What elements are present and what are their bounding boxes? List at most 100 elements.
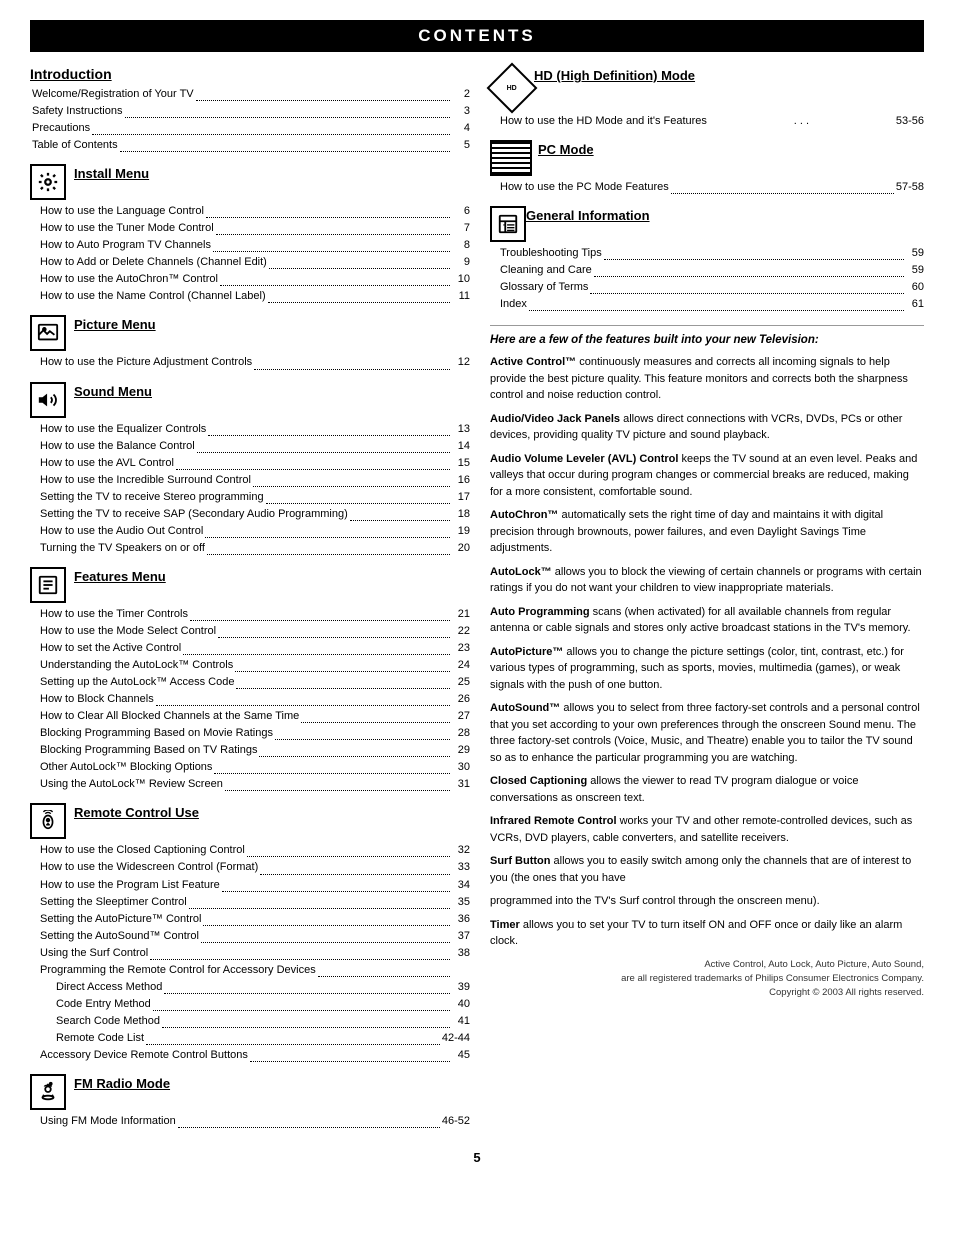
pc-mode-header: PC Mode [490, 140, 924, 176]
general-info-heading: General Information [526, 208, 650, 223]
toc-entry: Welcome/Registration of Your TV 2 [30, 86, 470, 103]
toc-entry: How to use the Incredible Surround Contr… [38, 472, 470, 489]
general-info-header: General Information [490, 206, 924, 242]
hd-mode-header: HD HD (High Definition) Mode [490, 66, 924, 110]
feature-auto-programming: Auto Programming scans (when activated) … [490, 604, 924, 637]
left-column: Introduction Welcome/Registration of You… [30, 66, 470, 1140]
toc-entry: Remote Code List42-44 [54, 1030, 470, 1047]
page-number: 5 [30, 1150, 924, 1165]
toc-entry: Other AutoLock™ Blocking Options30 [38, 759, 470, 776]
toc-entry: Cleaning and Care59 [498, 262, 924, 279]
sound-menu-header: Sound Menu [30, 382, 470, 418]
toc-entry: Setting up the AutoLock™ Access Code25 [38, 674, 470, 691]
feature-active-control: Active Control™ continuously measures an… [490, 354, 924, 404]
remote-control-header: Remote Control Use [30, 803, 470, 839]
sound-menu-section: Sound Menu How to use the Equalizer Cont… [30, 382, 470, 557]
toc-entry: Setting the AutoSound™ Control37 [38, 928, 470, 945]
feature-autopicture: AutoPicture™ allows you to change the pi… [490, 644, 924, 694]
hd-mode-entries: How to use the HD Mode and it's Features… [490, 113, 924, 130]
introduction-heading: Introduction [30, 66, 470, 82]
fm-radio-icon [30, 1074, 66, 1110]
toc-entry: How to use the Audio Out Control19 [38, 523, 470, 540]
general-info-icon [490, 206, 526, 242]
main-content: Introduction Welcome/Registration of You… [30, 66, 924, 1140]
install-menu-section: Install Menu How to use the Language Con… [30, 164, 470, 305]
toc-entry: Programming the Remote Control for Acces… [38, 962, 470, 979]
general-info-section: General Information Troubleshooting Tips… [490, 206, 924, 313]
feature-surf-cont: programmed into the TV's Surf control th… [490, 893, 924, 910]
sound-menu-heading: Sound Menu [74, 384, 152, 399]
toc-entry: How to use the Widescreen Control (Forma… [38, 859, 470, 876]
toc-entry: Turning the TV Speakers on or off20 [38, 540, 470, 557]
picture-menu-section: Picture Menu How to use the Picture Adju… [30, 315, 470, 371]
introduction-entries: Welcome/Registration of Your TV 2 Safety… [30, 86, 470, 154]
toc-entry: How to use the Tuner Mode Control7 [38, 220, 470, 237]
toc-entry: How to use the Program List Feature34 [38, 877, 470, 894]
toc-entry: Blocking Programming Based on Movie Rati… [38, 725, 470, 742]
picture-menu-heading: Picture Menu [74, 317, 156, 332]
features-description: Here are a few of the features built int… [490, 325, 924, 1000]
remote-control-heading: Remote Control Use [74, 805, 199, 820]
toc-entry: How to use the HD Mode and it's Features… [498, 113, 924, 130]
toc-entry: Index61 [498, 296, 924, 313]
features-menu-entries: How to use the Timer Controls21 How to u… [30, 606, 470, 794]
toc-entry: Setting the TV to receive Stereo program… [38, 489, 470, 506]
footnote: Active Control, Auto Lock, Auto Picture,… [490, 958, 924, 1001]
hd-diamond-icon: HD [487, 63, 538, 114]
features-icon [30, 567, 66, 603]
feature-autosound: AutoSound™ allows you to select from thr… [490, 700, 924, 766]
feature-autolock: AutoLock™ allows you to block the viewin… [490, 564, 924, 597]
toc-entry: How to set the Active Control23 [38, 640, 470, 657]
remote-icon [30, 803, 66, 839]
features-menu-section: Features Menu How to use the Timer Contr… [30, 567, 470, 794]
header-bar: Contents [30, 20, 924, 52]
toc-entry: Troubleshooting Tips59 [498, 245, 924, 262]
toc-entry: How to use the Name Control (Channel Lab… [38, 288, 470, 305]
toc-entry: Code Entry Method40 [54, 996, 470, 1013]
toc-entry: How to Block Channels26 [38, 691, 470, 708]
feature-infrared: Infrared Remote Control works your TV an… [490, 813, 924, 846]
toc-entry: How to use the Timer Controls21 [38, 606, 470, 623]
install-menu-header: Install Menu [30, 164, 470, 200]
remote-control-section: Remote Control Use How to use the Closed… [30, 803, 470, 1064]
toc-entry: Using the AutoLock™ Review Screen31 [38, 776, 470, 793]
toc-entry: Using FM Mode Information46-52 [38, 1113, 470, 1130]
introduction-section: Introduction Welcome/Registration of You… [30, 66, 470, 154]
feature-avl: Audio Volume Leveler (AVL) Control keeps… [490, 451, 924, 501]
toc-entry: Using the Surf Control38 [38, 945, 470, 962]
toc-entry: Accessory Device Remote Control Buttons4… [38, 1047, 470, 1064]
feature-autoChron: AutoChron™ automatically sets the right … [490, 507, 924, 557]
hd-mode-section: HD HD (High Definition) Mode How to use … [490, 66, 924, 130]
sound-icon [30, 382, 66, 418]
toc-entry: How to Clear All Blocked Channels at the… [38, 708, 470, 725]
features-menu-header: Features Menu [30, 567, 470, 603]
picture-menu-header: Picture Menu [30, 315, 470, 351]
toc-entry: Precautions 4 [30, 120, 470, 137]
features-intro: Here are a few of the features built int… [490, 334, 924, 346]
fm-radio-header: FM Radio Mode [30, 1074, 470, 1110]
toc-entry: How to use the Equalizer Controls13 [38, 421, 470, 438]
toc-entry: Setting the TV to receive SAP (Secondary… [38, 506, 470, 523]
pc-mode-section: PC Mode How to use the PC Mode Features5… [490, 140, 924, 196]
toc-entry: Setting the AutoPicture™ Control36 [38, 911, 470, 928]
toc-entry: Setting the Sleeptimer Control35 [38, 894, 470, 911]
toc-entry: How to use the AutoChron™ Control10 [38, 271, 470, 288]
fm-radio-entries: Using FM Mode Information46-52 [30, 1113, 470, 1130]
install-menu-entries: How to use the Language Control6 How to … [30, 203, 470, 305]
remote-control-entries: How to use the Closed Captioning Control… [30, 842, 470, 1064]
feature-timer: Timer allows you to set your TV to turn … [490, 917, 924, 950]
pc-mode-heading: PC Mode [538, 142, 594, 157]
toc-entry: Blocking Programming Based on TV Ratings… [38, 742, 470, 759]
toc-entry: How to use the AVL Control15 [38, 455, 470, 472]
install-icon [30, 164, 66, 200]
toc-entry: How to use the Closed Captioning Control… [38, 842, 470, 859]
toc-entry: Safety Instructions 3 [30, 103, 470, 120]
sound-menu-entries: How to use the Equalizer Controls13 How … [30, 421, 470, 557]
header-title: Contents [418, 26, 536, 45]
feature-closed-caption: Closed Captioning allows the viewer to r… [490, 773, 924, 806]
toc-entry: How to use the Mode Select Control22 [38, 623, 470, 640]
fm-radio-heading: FM Radio Mode [74, 1076, 170, 1091]
toc-entry: How to Add or Delete Channels (Channel E… [38, 254, 470, 271]
feature-surf: Surf Button allows you to easily switch … [490, 853, 924, 886]
toc-entry: How to Auto Program TV Channels8 [38, 237, 470, 254]
